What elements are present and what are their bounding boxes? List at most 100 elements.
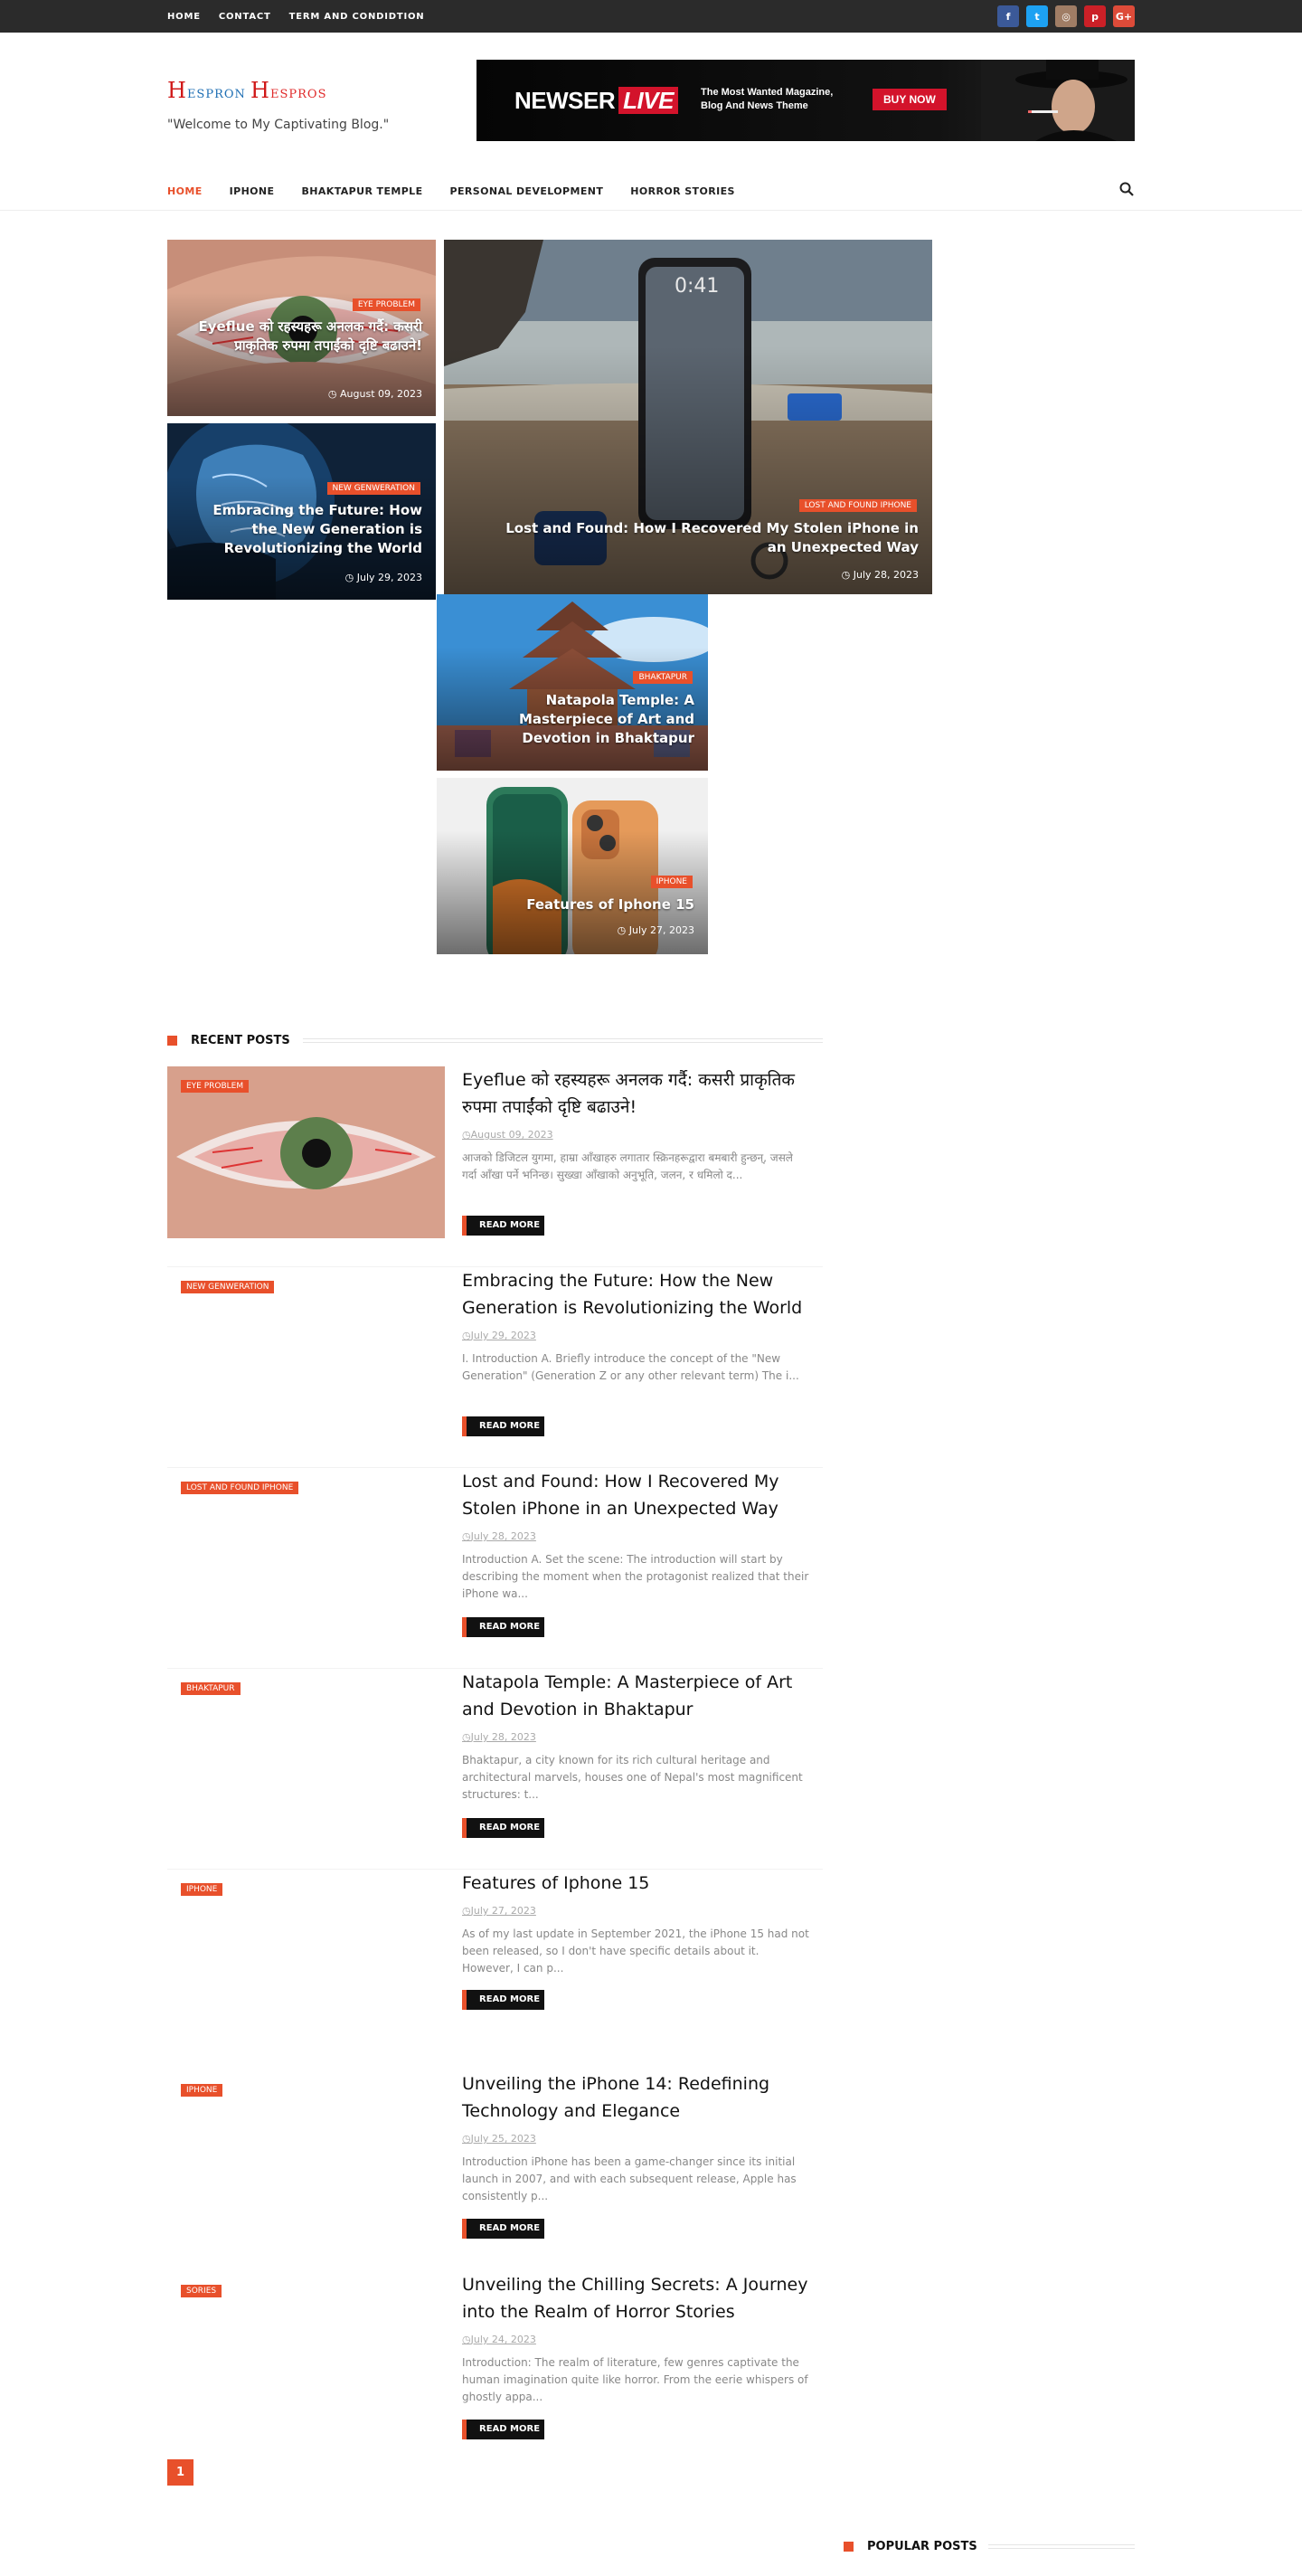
heading-marker	[167, 1036, 177, 1046]
post-title[interactable]: Unveiling the iPhone 14: Redefining Tech…	[462, 2070, 815, 2125]
popular-posts-heading: POPULAR POSTS	[844, 2540, 1135, 2554]
post-excerpt: आजको डिजिटल युगमा, हाम्रा आँखाहरु लगातार…	[462, 1151, 793, 1181]
logo-letter: H	[250, 78, 270, 103]
post-item: NEW GENWERATION Embracing the Future: Ho…	[167, 1267, 823, 1468]
tile-date: ◷ July 28, 2023	[841, 569, 919, 581]
top-link-contact[interactable]: CONTACT	[219, 12, 271, 22]
tile-title[interactable]: Lost and Found: How I Recovered My Stole…	[503, 519, 919, 557]
post-excerpt: Introduction iPhone has been a game-chan…	[462, 2155, 797, 2202]
tile-date: ◷ August 09, 2023	[327, 388, 422, 400]
logo-letter: H	[167, 78, 187, 103]
search-icon[interactable]	[1118, 181, 1135, 197]
post-title[interactable]: Features of Iphone 15	[462, 1870, 815, 1897]
featured-tile[interactable]: BHAKTAPUR Natapola Temple: A Masterpiece…	[437, 594, 708, 771]
heading-rule	[988, 2544, 1135, 2549]
post-date[interactable]: July 25, 2023	[462, 2133, 536, 2145]
nav-iphone[interactable]: IPHONE	[230, 185, 275, 197]
recent-posts-title: RECENT POSTS	[191, 1034, 290, 1047]
post-excerpt: I. Introduction A. Briefly introduce the…	[462, 1352, 799, 1382]
tile-title[interactable]: Natapola Temple: A Masterpiece of Art an…	[450, 691, 694, 748]
tile-category[interactable]: BHAKTAPUR	[633, 671, 693, 684]
post-item: SORIES Unveiling the Chilling Secrets: A…	[167, 2271, 823, 2472]
logo-word: ESPRON	[186, 88, 246, 101]
read-more-button[interactable]: READ MORE	[462, 2219, 544, 2239]
post-category[interactable]: IPHONE	[181, 1883, 223, 1896]
site-tagline: "Welcome to My Captivating Blog."	[167, 118, 390, 132]
google-plus-icon[interactable]: G+	[1113, 5, 1135, 27]
facebook-icon[interactable]: f	[997, 5, 1019, 27]
post-item: EYE PROBLEM Eyeflue को रहस्यहरू अनलक गर्…	[167, 1066, 823, 1267]
nav-divider	[0, 210, 1302, 211]
post-excerpt: Introduction A. Set the scene: The intro…	[462, 1553, 809, 1600]
post-excerpt: Introduction: The realm of literature, f…	[462, 2356, 808, 2403]
site-logo[interactable]: HESPRON HESPROS	[167, 78, 326, 103]
read-more-button[interactable]: READ MORE	[462, 1216, 544, 1236]
ad-buy-button[interactable]: BUY NOW	[873, 89, 947, 110]
tile-category[interactable]: LOST AND FOUND IPHONE	[798, 499, 917, 512]
read-more-button[interactable]: READ MORE	[462, 1818, 544, 1838]
ad-man-image	[981, 60, 1135, 141]
heading-marker	[844, 2542, 854, 2552]
post-item: BHAKTAPUR Natapola Temple: A Masterpiece…	[167, 1669, 823, 1870]
popular-posts-title: POPULAR POSTS	[867, 2540, 977, 2553]
top-link-home[interactable]: HOME	[167, 12, 201, 22]
post-item: IPHONE Unveiling the iPhone 14: Redefini…	[167, 2070, 823, 2271]
post-date[interactable]: July 29, 2023	[462, 1330, 536, 1341]
recent-posts-heading: RECENT POSTS	[167, 1034, 823, 1048]
post-category[interactable]: BHAKTAPUR	[181, 1682, 241, 1695]
post-date[interactable]: July 28, 2023	[462, 1530, 536, 1542]
ad-banner[interactable]: NEWSER LIVE The Most Wanted Magazine, Blo…	[476, 60, 1135, 141]
featured-tile-large[interactable]: 0:41 LOST AND FOUND IPHONE Lost and Foun…	[444, 240, 932, 594]
top-bar: HOME CONTACT TERM AND CONDIDTION f t ◎ p…	[0, 0, 1302, 33]
post-category[interactable]: EYE PROBLEM	[181, 1080, 250, 1093]
post-category[interactable]: LOST AND FOUND IPHONE	[181, 1482, 299, 1494]
top-nav: HOME CONTACT TERM AND CONDIDTION	[167, 0, 424, 33]
heading-rule	[303, 1038, 823, 1043]
post-category[interactable]: NEW GENWERATION	[181, 1281, 275, 1293]
read-more-button[interactable]: READ MORE	[462, 1617, 544, 1637]
nav-personal-development[interactable]: PERSONAL DEVELOPMENT	[450, 185, 604, 197]
post-item: IPHONE Features of Iphone 15 July 27, 20…	[167, 1870, 823, 2070]
post-excerpt: Bhaktapur, a city known for its rich cul…	[462, 1754, 803, 1801]
post-category[interactable]: SORIES	[181, 2285, 222, 2297]
nav-horror-stories[interactable]: HORROR STORIES	[630, 185, 735, 197]
post-title[interactable]: Unveiling the Chilling Secrets: A Journe…	[462, 2271, 815, 2325]
nav-home[interactable]: HOME	[167, 185, 203, 197]
post-title[interactable]: Natapola Temple: A Masterpiece of Art an…	[462, 1669, 815, 1723]
read-more-button[interactable]: READ MORE	[462, 2420, 544, 2439]
post-title[interactable]: Lost and Found: How I Recovered My Stole…	[462, 1468, 815, 1522]
read-more-button[interactable]: READ MORE	[462, 1416, 544, 1436]
pagination-page-1[interactable]: 1	[167, 2459, 193, 2486]
featured-tile[interactable]: IPHONE Features of Iphone 15 ◷ July 27, …	[437, 778, 708, 954]
tile-date: ◷ July 29, 2023	[344, 572, 422, 583]
post-excerpt: As of my last update in September 2021, …	[462, 1927, 809, 1975]
instagram-icon[interactable]: ◎	[1055, 5, 1077, 27]
post-category[interactable]: IPHONE	[181, 2084, 223, 2097]
read-more-button[interactable]: READ MORE	[462, 1990, 544, 2010]
tile-category[interactable]: IPHONE	[650, 876, 693, 888]
top-link-terms[interactable]: TERM AND CONDIDTION	[289, 12, 425, 22]
tile-title[interactable]: Eyeflue को रहस्यहरू अनलक गर्दै: कसरी प्र…	[192, 317, 422, 355]
post-title[interactable]: Embracing the Future: How the New Genera…	[462, 1267, 815, 1321]
main-nav: HOME IPHONE BHAKTAPUR TEMPLE PERSONAL DE…	[167, 179, 735, 203]
post-date[interactable]: July 28, 2023	[462, 1731, 536, 1743]
post-title[interactable]: Eyeflue को रहस्यहरू अनलक गर्दै: कसरी प्र…	[462, 1066, 815, 1121]
featured-tile[interactable]: EYE PROBLEM Eyeflue को रहस्यहरू अनलक गर्…	[167, 240, 436, 416]
logo-word: ESPROS	[269, 88, 327, 101]
post-date[interactable]: August 09, 2023	[462, 1129, 553, 1141]
ad-brand: NEWSER LIVE	[514, 87, 678, 115]
featured-tile[interactable]: NEW GENWERATION Embracing the Future: Ho…	[167, 423, 436, 600]
post-date[interactable]: July 27, 2023	[462, 1905, 536, 1917]
tile-category[interactable]: EYE PROBLEM	[352, 298, 420, 311]
pinterest-icon[interactable]: p	[1084, 5, 1106, 27]
tile-title[interactable]: Embracing the Future: How the New Genera…	[192, 501, 422, 558]
tile-date: ◷ July 27, 2023	[617, 924, 694, 936]
social-links: f t ◎ p G+	[997, 5, 1135, 27]
nav-bhaktapur-temple[interactable]: BHAKTAPUR TEMPLE	[301, 185, 422, 197]
tile-category[interactable]: NEW GENWERATION	[326, 482, 420, 495]
tile-title[interactable]: Features of Iphone 15	[459, 895, 694, 914]
twitter-icon[interactable]: t	[1026, 5, 1048, 27]
post-date[interactable]: July 24, 2023	[462, 2334, 536, 2345]
post-item: LOST AND FOUND IPHONE Lost and Found: Ho…	[167, 1468, 823, 1669]
ad-slogan: The Most Wanted Magazine, Blog And News …	[701, 87, 834, 111]
